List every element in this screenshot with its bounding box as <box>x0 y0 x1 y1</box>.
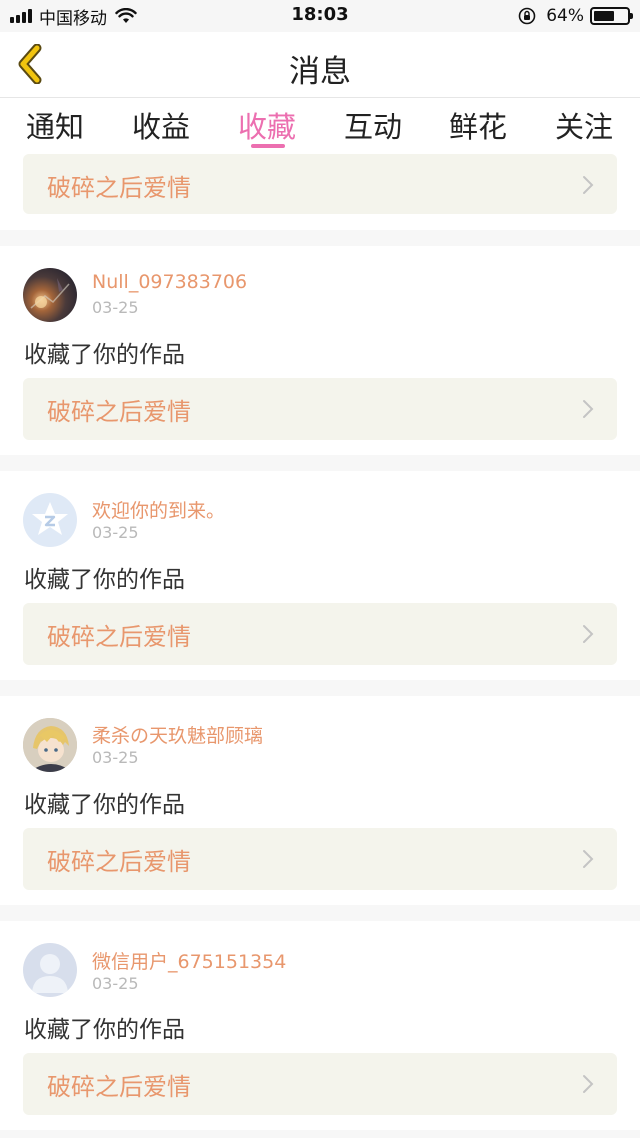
page: 中国移动 18:03 64% 消息 通知 收益 收藏 互动 鲜花 关注 破碎之后… <box>0 0 640 1138</box>
default-star-avatar-icon <box>32 502 68 535</box>
tab-notifications[interactable]: 通知 <box>5 104 105 146</box>
avatar-artwork-icon <box>30 278 70 309</box>
work-card[interactable]: 破碎之后爱情 <box>23 378 617 440</box>
anime-character-avatar-icon <box>23 718 77 772</box>
section-divider <box>0 680 640 696</box>
tab-interactions[interactable]: 互动 <box>323 104 423 146</box>
chevron-right-icon <box>583 850 594 868</box>
tab-bar: 通知 收益 收藏 互动 鲜花 关注 <box>0 98 640 150</box>
user-avatar[interactable] <box>23 268 77 322</box>
back-arrow-icon <box>18 44 42 84</box>
status-bar-right: 64% <box>518 5 633 27</box>
message-date: 03-25 <box>92 298 139 317</box>
tab-earnings[interactable]: 收益 <box>111 104 211 146</box>
battery-fill <box>594 11 614 21</box>
back-button[interactable] <box>10 42 50 86</box>
work-title: 破碎之后爱情 <box>47 174 191 202</box>
message-date: 03-25 <box>92 748 139 767</box>
tab-following[interactable]: 关注 <box>534 104 634 146</box>
action-text: 收藏了你的作品 <box>24 1017 185 1043</box>
status-bar: 中国移动 18:03 64% <box>0 0 640 32</box>
message-date: 03-25 <box>92 523 139 542</box>
battery-percentage: 64% <box>546 6 584 26</box>
section-divider <box>0 455 640 471</box>
username[interactable]: 柔杀の天玖魅部顾璃 <box>92 721 263 748</box>
user-avatar[interactable] <box>23 718 77 772</box>
chevron-right-icon <box>583 176 594 194</box>
tab-flowers[interactable]: 鲜花 <box>428 104 528 146</box>
battery-icon <box>590 7 633 25</box>
chevron-right-icon <box>583 1075 594 1093</box>
orientation-lock-icon <box>518 7 536 25</box>
action-text: 收藏了你的作品 <box>24 567 185 593</box>
chevron-right-icon <box>583 400 594 418</box>
section-divider <box>0 230 640 246</box>
section-divider <box>0 905 640 921</box>
username[interactable]: Null_097383706 <box>92 271 247 293</box>
username[interactable]: 欢迎你的到来。 <box>92 496 225 523</box>
chevron-right-icon <box>583 625 594 643</box>
work-card[interactable]: 破碎之后爱情 <box>23 828 617 890</box>
section-divider <box>0 1130 640 1138</box>
username[interactable]: 微信用户_675151354 <box>92 947 286 974</box>
work-title: 破碎之后爱情 <box>47 623 191 651</box>
work-card[interactable]: 破碎之后爱情 <box>23 603 617 665</box>
work-card[interactable]: 破碎之后爱情 <box>23 1053 617 1115</box>
action-text: 收藏了你的作品 <box>24 342 185 368</box>
work-card[interactable]: 破碎之后爱情 <box>23 154 617 214</box>
work-title: 破碎之后爱情 <box>47 848 191 876</box>
page-title: 消息 <box>289 54 351 90</box>
action-text: 收藏了你的作品 <box>24 792 185 818</box>
active-tab-indicator <box>251 144 285 148</box>
work-title: 破碎之后爱情 <box>47 1073 191 1101</box>
work-title: 破碎之后爱情 <box>47 398 191 426</box>
nav-bar: 消息 <box>0 32 640 98</box>
default-person-avatar-icon <box>32 954 68 993</box>
message-feed[interactable]: 破碎之后爱情 Null_097383706 03-25 收藏了你的作品 破碎之后… <box>0 150 640 1138</box>
message-date: 03-25 <box>92 974 139 993</box>
user-avatar[interactable] <box>23 493 77 547</box>
tab-favorites[interactable]: 收藏 <box>217 104 317 146</box>
user-avatar[interactable] <box>23 943 77 997</box>
